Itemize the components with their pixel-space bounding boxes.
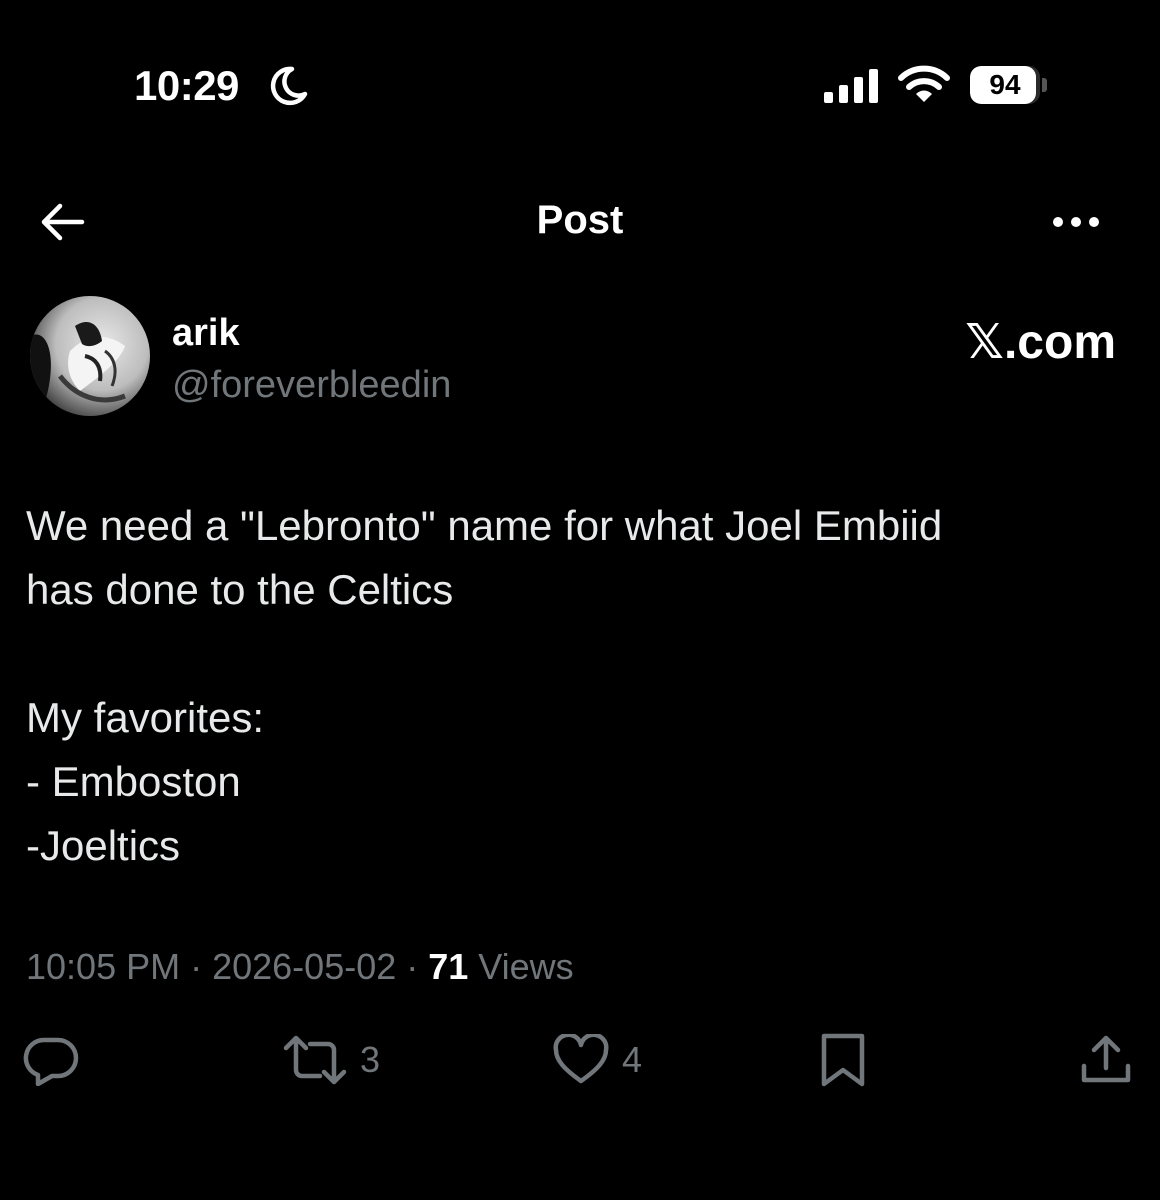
post-meta: 10:05 PM · 2026-05-02 · 71 Views	[26, 946, 574, 988]
page-title: Post	[536, 198, 624, 242]
post-text-line	[26, 622, 1136, 686]
repost-count: 3	[360, 1039, 381, 1080]
post-text: We need a "Lebronto" name for what Joel …	[26, 494, 1136, 878]
post-time: 10:05 PM	[26, 946, 181, 987]
like-icon	[553, 1034, 609, 1084]
like-button[interactable]: 4	[552, 1030, 642, 1090]
author-name[interactable]: arik	[172, 312, 240, 355]
views-count[interactable]: 71	[428, 946, 468, 987]
repost-icon	[283, 1035, 347, 1085]
bookmark-icon	[821, 1033, 865, 1087]
wifi-icon	[898, 65, 950, 102]
moon-icon	[270, 66, 308, 106]
share-icon	[1081, 1035, 1131, 1083]
views-label: Views	[468, 946, 574, 987]
reply-icon	[23, 1037, 79, 1086]
post-text-line: -Joeltics	[26, 822, 181, 869]
author-handle[interactable]: @foreverbleedin	[172, 364, 451, 407]
bookmark-button[interactable]	[816, 1030, 870, 1090]
share-button[interactable]	[1078, 1030, 1134, 1090]
post-text-line: has done to the Celtics	[26, 566, 454, 613]
post-text-line: - Emboston	[26, 758, 241, 805]
signal-icon	[824, 69, 878, 103]
meta-separator: ·	[180, 946, 213, 987]
status-time: 10:29	[134, 62, 239, 109]
post-date: 2026-05-02	[212, 946, 397, 987]
more-icon[interactable]	[1050, 204, 1102, 240]
battery-icon: 94	[970, 66, 1047, 104]
like-count: 4	[622, 1039, 643, 1080]
meta-separator: ·	[396, 946, 429, 987]
reply-button[interactable]	[22, 1030, 80, 1090]
avatar[interactable]	[30, 296, 150, 416]
repost-button[interactable]: 3	[282, 1030, 380, 1090]
post-text-line: My favorites:	[26, 694, 265, 741]
x-com-watermark: 𝕏.com	[965, 316, 1116, 369]
battery-level: 94	[989, 69, 1021, 100]
post-text-line: We need a "Lebronto" name for what Joel …	[26, 502, 943, 549]
